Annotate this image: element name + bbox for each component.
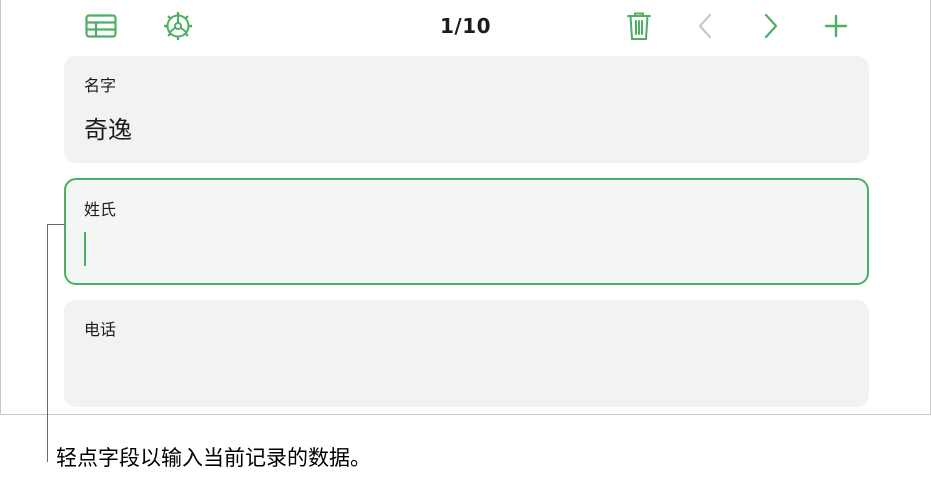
chevron-right-icon bbox=[764, 13, 778, 39]
callout-line bbox=[47, 224, 48, 462]
field-label: 名字 bbox=[84, 76, 117, 95]
text-cursor bbox=[84, 232, 86, 266]
field-label: 姓氏 bbox=[84, 200, 117, 219]
record-counter: 1/10 bbox=[439, 14, 492, 38]
field-phone[interactable]: 电话 bbox=[64, 300, 869, 407]
callout-line-tick bbox=[47, 224, 65, 225]
toolbar: 1/10 bbox=[1, 0, 930, 52]
field-first-name[interactable]: 名字 奇逸 bbox=[64, 56, 869, 163]
trash-icon bbox=[627, 12, 651, 40]
next-record-button[interactable] bbox=[753, 8, 789, 44]
field-last-name[interactable]: 姓氏 bbox=[64, 178, 869, 285]
callout-caption: 轻点字段以输入当前记录的数据。 bbox=[56, 446, 371, 470]
plus-icon bbox=[824, 14, 848, 38]
chevron-left-icon bbox=[698, 13, 712, 39]
record-view-screen: 1/10 名字 奇逸 姓氏 电话 bbox=[0, 0, 931, 415]
field-value: 奇逸 bbox=[84, 116, 132, 144]
field-label: 电话 bbox=[84, 320, 117, 339]
add-record-button[interactable] bbox=[818, 8, 854, 44]
delete-record-button[interactable] bbox=[621, 8, 657, 44]
previous-record-button[interactable] bbox=[687, 8, 723, 44]
